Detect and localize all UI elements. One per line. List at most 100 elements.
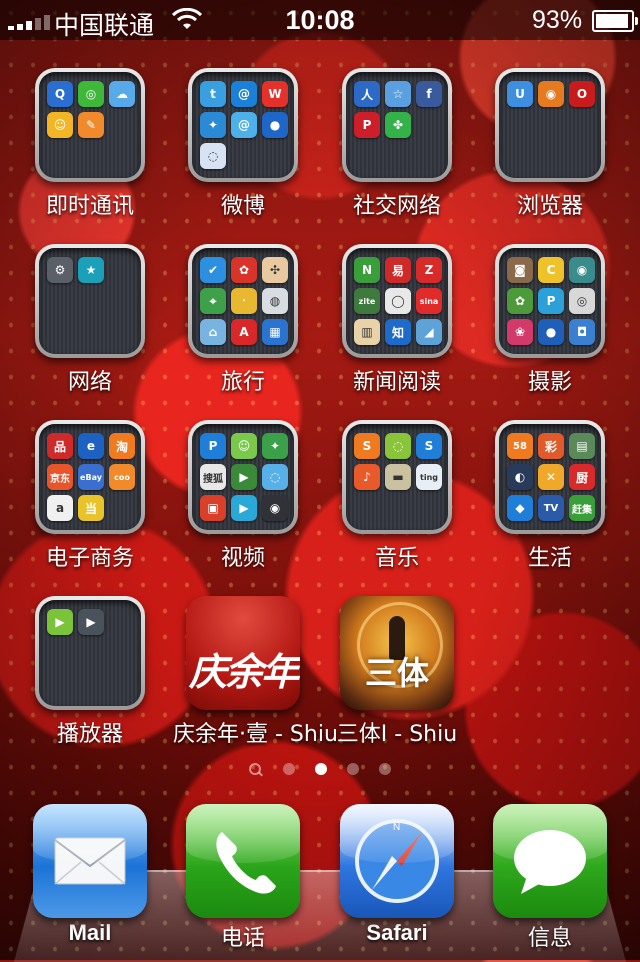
maps-icon: ⌂ bbox=[200, 319, 226, 345]
zaker-icon: Z bbox=[416, 257, 442, 283]
dock-app-mail[interactable]: Mail bbox=[20, 804, 160, 946]
folder-travel[interactable]: ✔ ✿ ✣ ⌖ ᐧ ◍ ⌂ A ▦ 旅行 bbox=[173, 244, 313, 396]
petals-icon: ❀ bbox=[507, 319, 533, 345]
face-icon: ☺ bbox=[231, 433, 257, 459]
book-icon: ▥ bbox=[354, 319, 380, 345]
globe-video-icon: ◌ bbox=[262, 464, 288, 490]
orange-s-icon: S bbox=[354, 433, 380, 459]
ting-icon: ting bbox=[416, 464, 442, 490]
wechat-icon: ◎ bbox=[78, 81, 104, 107]
spotlight-search-icon[interactable] bbox=[249, 763, 263, 777]
tea-icon: ◌ bbox=[385, 433, 411, 459]
folder-news-reading[interactable]: N 易 Zzite ◯ sina ▥ 知 ◢ 新闻阅读 bbox=[327, 244, 467, 396]
dock-app-messages[interactable]: 信息 bbox=[480, 804, 620, 952]
bubble-icon: ◌ bbox=[200, 143, 226, 169]
page-dot[interactable] bbox=[347, 763, 359, 775]
coo-icon: coo bbox=[109, 464, 135, 490]
page-dot[interactable] bbox=[379, 763, 391, 775]
sohu-icon: ◯ bbox=[385, 288, 411, 314]
map-pin-icon: ⌖ bbox=[200, 288, 226, 314]
xiaomi-icon: ◐ bbox=[507, 464, 533, 490]
folder-photography[interactable]: ◙ C ◉ ✿ P ◎ ❀ ● ◘ 摄影 bbox=[480, 244, 620, 396]
alipay-a-icon: A bbox=[231, 319, 257, 345]
shark-icon: ◢ bbox=[416, 319, 442, 345]
star-app-icon: ★ bbox=[78, 257, 104, 283]
safari-compass-icon: N bbox=[340, 804, 454, 918]
folder-instant-messaging[interactable]: Q ◎ ☁ ☺ ✎ 即时通讯 bbox=[20, 68, 160, 220]
qq-icon: Q bbox=[47, 81, 73, 107]
battery-percentage: 93% bbox=[532, 6, 583, 34]
paint-icon: C bbox=[538, 257, 564, 283]
running-icon: ✕ bbox=[538, 464, 564, 490]
messages-bubble-icon bbox=[493, 804, 607, 918]
ganji-icon: 赶集 bbox=[569, 495, 595, 521]
twitter-icon: t bbox=[200, 81, 226, 107]
folder-music[interactable]: S ◌ S ♪ ▬ ting 音乐 bbox=[327, 420, 467, 572]
bank-card-icon: ▤ bbox=[569, 433, 595, 459]
phone-icon bbox=[186, 804, 300, 918]
app-label: 三体I - Shiu bbox=[336, 722, 458, 747]
santi-app-icon: 三体 bbox=[340, 596, 454, 710]
p-camera-icon: P bbox=[538, 288, 564, 314]
folder-network[interactable]: ⚙ ★ 网络 bbox=[20, 244, 160, 396]
bird-icon: ✦ bbox=[200, 112, 226, 138]
svg-text:N: N bbox=[393, 822, 400, 833]
ebay-icon: eBay bbox=[78, 464, 104, 490]
pinterest-icon: P bbox=[354, 112, 380, 138]
battery-icon bbox=[592, 10, 638, 32]
dock-label: 信息 bbox=[527, 926, 572, 951]
checkin-icon: ✔ bbox=[200, 257, 226, 283]
folder-label: 新闻阅读 bbox=[352, 370, 441, 395]
lens-icon: ◉ bbox=[569, 257, 595, 283]
dock-label: 电话 bbox=[220, 926, 265, 951]
cloud-icon: ☁ bbox=[109, 81, 135, 107]
blue-bird-icon: ● bbox=[262, 112, 288, 138]
page-indicator[interactable] bbox=[0, 763, 640, 777]
folder-weibo[interactable]: t @ W ✦ @ ● ◌ 微博 bbox=[173, 68, 313, 220]
app-santi[interactable]: 三体 三体I - Shiu bbox=[327, 596, 467, 748]
at-icon: @ bbox=[231, 112, 257, 138]
settings-icon: ⚙ bbox=[47, 257, 73, 283]
folder-label: 电子商务 bbox=[45, 546, 134, 571]
58-icon: 58 bbox=[507, 433, 533, 459]
play-green-small-icon: ▶ bbox=[47, 609, 73, 635]
folder-life[interactable]: 58 彩 ▤ ◐ ✕ 厨 ◆ TV 赶集 生活 bbox=[480, 420, 620, 572]
folder-label: 旅行 bbox=[220, 370, 265, 395]
folder-label: 社交网络 bbox=[352, 194, 441, 219]
renren-icon: 人 bbox=[354, 81, 380, 107]
video-camera-icon: ● bbox=[538, 319, 564, 345]
radio-icon: ▬ bbox=[385, 464, 411, 490]
dock: Mail 电话 N Safari 信息 bbox=[0, 800, 640, 962]
app-qingyunian[interactable]: 庆余年 庆余年·壹 - Shiu bbox=[173, 596, 338, 748]
folder-label: 浏览器 bbox=[516, 194, 583, 219]
dock-app-safari[interactable]: N Safari bbox=[327, 804, 467, 946]
dock-app-phone[interactable]: 电话 bbox=[173, 804, 313, 952]
flower-icon: ✿ bbox=[507, 288, 533, 314]
folder-players[interactable]: ▶ ▶ 播放器 bbox=[20, 596, 160, 748]
taobao-icon: 淘 bbox=[109, 433, 135, 459]
amazon-icon: a bbox=[47, 495, 73, 521]
elephant-icon: ◍ bbox=[262, 288, 288, 314]
play-dark-icon: ▶ bbox=[78, 609, 104, 635]
p-video-icon: P bbox=[200, 433, 226, 459]
play-green-icon: ▶ bbox=[231, 464, 257, 490]
chat-bubble-icon: ☺ bbox=[47, 112, 73, 138]
camera-icon: ◎ bbox=[569, 288, 595, 314]
zhihu-icon: 知 bbox=[385, 319, 411, 345]
grid-app-icon: ▦ bbox=[262, 319, 288, 345]
car-icon: ◆ bbox=[507, 495, 533, 521]
kaixin-icon: ☆ bbox=[385, 81, 411, 107]
folder-label: 生活 bbox=[527, 546, 572, 571]
folder-browsers[interactable]: U ◉ O 浏览器 bbox=[480, 68, 620, 220]
page-dot[interactable] bbox=[283, 763, 295, 775]
fengyu-icon: 品 bbox=[47, 433, 73, 459]
folder-label: 播放器 bbox=[56, 722, 123, 747]
folder-ecommerce[interactable]: 品 e 淘京东 eBay coo a 当 电子商务 bbox=[20, 420, 160, 572]
folder-social-network[interactable]: 人 ☆ f P ✤ 社交网络 bbox=[327, 68, 467, 220]
folder-video[interactable]: P ☺ ✦ 搜狐 ▶ ◌ ▣ ▶ ◉ 视频 bbox=[173, 420, 313, 572]
qingyunian-app-icon: 庆余年 bbox=[186, 596, 300, 710]
play-blue-icon: ▶ bbox=[231, 495, 257, 521]
page-dot-active[interactable] bbox=[315, 763, 327, 775]
dangdang-icon: 当 bbox=[78, 495, 104, 521]
shou-icon: ✦ bbox=[262, 433, 288, 459]
